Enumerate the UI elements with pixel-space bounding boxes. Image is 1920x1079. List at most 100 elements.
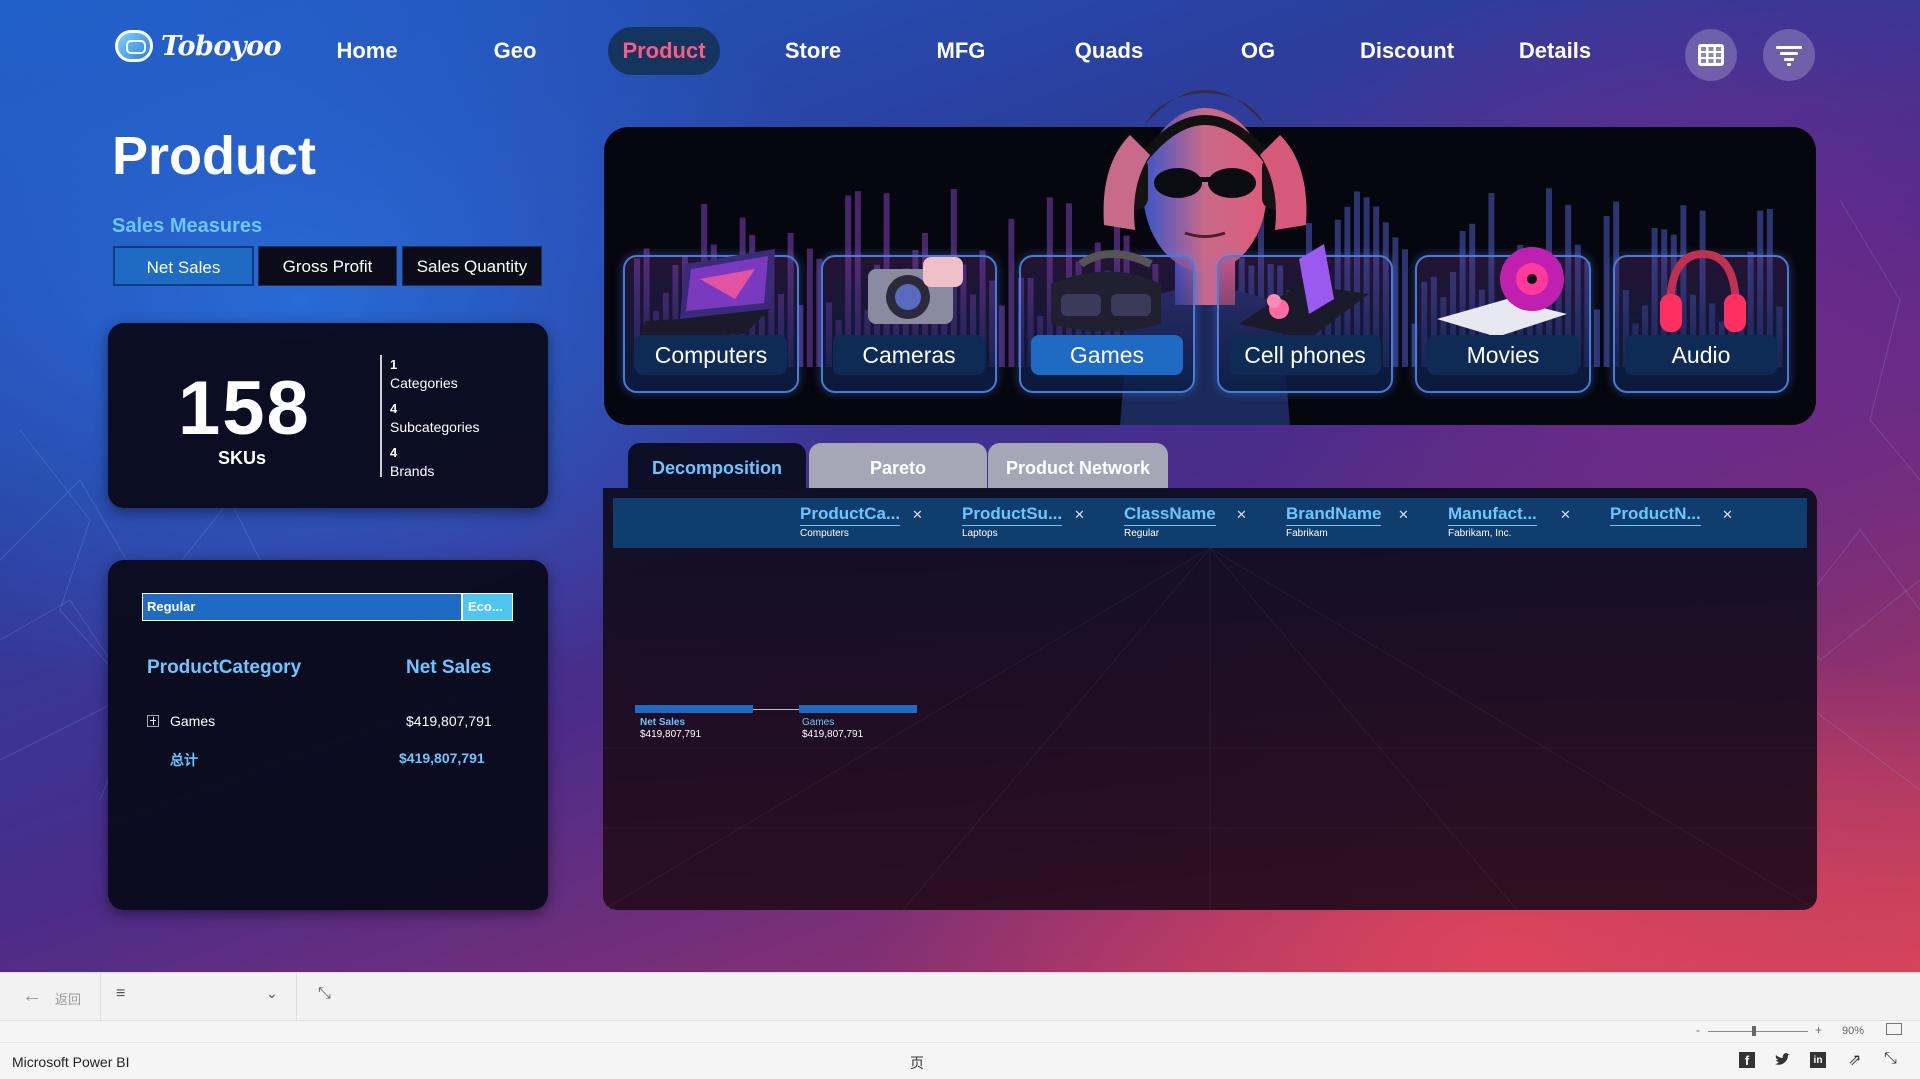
category-tile-cameras[interactable]: Cameras xyxy=(821,255,997,393)
exit-fullscreen-icon[interactable]: ⤡ xyxy=(1884,1050,1897,1068)
close-icon[interactable]: ✕ xyxy=(1722,507,1733,523)
equalizer-bar xyxy=(1603,215,1610,367)
category-tile-computers[interactable]: Computers xyxy=(623,249,799,393)
category-tile-audio[interactable]: Audio xyxy=(1613,249,1789,393)
linkedin-icon[interactable]: in xyxy=(1810,1052,1826,1068)
report-canvas: Toboyoo Home Geo Product Store MFG Quads… xyxy=(0,0,1920,972)
zoom-slider[interactable] xyxy=(1708,1031,1808,1032)
level-title: ProductCa... xyxy=(800,504,901,526)
sku-kpi-card xyxy=(108,323,548,508)
nav-store[interactable]: Store xyxy=(770,27,856,75)
column-header-net-sales[interactable]: Net Sales xyxy=(406,657,492,679)
equalizer-bar xyxy=(1008,218,1015,367)
node-bar-net-sales[interactable] xyxy=(635,705,753,713)
equalizer-bar xyxy=(806,248,813,367)
camera-icon xyxy=(868,257,963,324)
close-icon[interactable]: ✕ xyxy=(1074,507,1085,523)
zoom-slider-thumb[interactable] xyxy=(1752,1026,1756,1036)
zoom-in-button[interactable]: + xyxy=(1815,1023,1822,1037)
phone-icon xyxy=(1239,244,1369,339)
zoom-level: 90% xyxy=(1842,1025,1865,1037)
level-value: Regular xyxy=(1124,528,1160,539)
disc-player-icon xyxy=(1437,247,1567,337)
close-icon[interactable]: ✕ xyxy=(912,507,923,523)
tab-pareto[interactable]: Pareto xyxy=(809,443,987,489)
node-value-net-sales: $419,807,791 xyxy=(640,729,702,740)
powerbi-status-bar: Microsoft Power BI 页 f in ⇗ ⤡ xyxy=(0,1042,1920,1079)
nav-details[interactable]: Details xyxy=(1508,27,1602,75)
node-label-net-sales: Net Sales xyxy=(640,717,686,728)
level-product-category[interactable]: ProductCa... ✕ Computers xyxy=(800,504,930,539)
level-title: ProductN... xyxy=(1610,504,1701,526)
table-total-net-sales: $419,807,791 xyxy=(399,750,485,766)
close-icon[interactable]: ✕ xyxy=(1236,507,1247,523)
level-class-name[interactable]: ClassName ✕ Regular xyxy=(1124,504,1254,539)
back-button[interactable]: 返回 xyxy=(55,989,81,1008)
fit-page-icon[interactable] xyxy=(1886,1023,1902,1035)
decomposition-tree: ProductCa... ✕ Computers ProductSu... ✕ … xyxy=(603,488,1817,910)
page-list-icon[interactable]: ≡ xyxy=(116,985,125,1003)
level-product-subcategory[interactable]: ProductSu... ✕ Laptops xyxy=(962,504,1092,539)
level-value: Fabrikam, Inc. xyxy=(1448,528,1512,539)
category-label-audio: Audio xyxy=(1625,335,1777,375)
brand-logo[interactable]: Toboyoo xyxy=(115,30,282,62)
category-label-cameras: Cameras xyxy=(833,335,985,375)
level-title: Manufact... xyxy=(1448,504,1537,526)
close-icon[interactable]: ✕ xyxy=(1560,507,1571,523)
report-footer-toolbar: ← 返回 ≡ ⌄ ⤡ xyxy=(0,972,1920,1021)
filter-button[interactable] xyxy=(1763,29,1815,81)
decomposition-levels-bar: ProductCa... ✕ Computers ProductSu... ✕ … xyxy=(613,498,1807,548)
category-tile-games[interactable]: Games xyxy=(1019,250,1195,393)
collapse-icon[interactable]: ⤡ xyxy=(318,985,331,1003)
level-value: Computers xyxy=(800,528,849,539)
table-row-category: Games xyxy=(170,713,216,729)
level-title: ClassName xyxy=(1124,504,1216,526)
sku-unit: SKUs xyxy=(218,448,267,468)
nav-mfg[interactable]: MFG xyxy=(918,27,1004,75)
category-tile-cell-phones[interactable]: Cell phones xyxy=(1217,244,1393,393)
category-label-movies: Movies xyxy=(1427,335,1579,375)
grid-button[interactable] xyxy=(1685,29,1737,81)
level-product-name[interactable]: ProductN... ✕ xyxy=(1610,504,1740,528)
tab-decomposition[interactable]: Decomposition xyxy=(628,443,806,489)
sku-count: 158 xyxy=(178,366,311,451)
brands-count: 4 xyxy=(390,445,398,460)
nav-product[interactable]: Product xyxy=(608,27,720,75)
tab-product-network[interactable]: Product Network xyxy=(988,443,1168,489)
equalizer-bar xyxy=(1402,249,1408,367)
chevron-down-icon[interactable]: ⌄ xyxy=(266,985,278,1002)
back-arrow-icon[interactable]: ← xyxy=(22,985,42,1008)
level-brand-name[interactable]: BrandName ✕ Fabrikam xyxy=(1286,504,1416,539)
nav-discount[interactable]: Discount xyxy=(1350,27,1464,75)
column-header-category[interactable]: ProductCategory xyxy=(147,657,301,679)
table-row-net-sales: $419,807,791 xyxy=(406,713,492,729)
page-title: Product xyxy=(112,126,317,186)
twitter-icon[interactable] xyxy=(1774,1053,1790,1067)
level-manufacturer[interactable]: Manufact... ✕ Fabrikam, Inc. xyxy=(1448,504,1578,539)
category-label-games: Games xyxy=(1031,335,1183,375)
nav-home[interactable]: Home xyxy=(322,27,412,75)
measure-net-sales-button[interactable]: Net Sales xyxy=(113,246,254,286)
level-title: BrandName xyxy=(1286,504,1382,526)
app-name: Microsoft Power BI xyxy=(12,1054,130,1070)
category-tile-movies[interactable]: Movies xyxy=(1415,247,1591,393)
headphones-icon xyxy=(1660,249,1746,332)
facebook-icon[interactable]: f xyxy=(1739,1052,1755,1068)
share-icon[interactable]: ⇗ xyxy=(1848,1050,1861,1070)
close-icon[interactable]: ✕ xyxy=(1398,507,1409,523)
level-value: Laptops xyxy=(962,528,998,539)
equalizer-bar xyxy=(998,305,1005,367)
zoom-out-button[interactable]: - xyxy=(1696,1023,1700,1037)
expand-row-icon[interactable] xyxy=(147,715,159,727)
vr-headset-icon xyxy=(1051,250,1161,332)
nav-geo[interactable]: Geo xyxy=(475,27,555,75)
measure-gross-profit-button[interactable]: Gross Profit xyxy=(258,246,397,286)
class-slicer-eco[interactable]: Eco... xyxy=(462,593,513,621)
node-bar-games[interactable] xyxy=(799,705,917,713)
page-indicator[interactable]: 页 xyxy=(910,1053,924,1073)
perspective-grid xyxy=(603,548,1817,910)
measure-sales-quantity-button[interactable]: Sales Quantity xyxy=(402,246,542,286)
class-slicer-regular[interactable]: Regular xyxy=(142,593,462,621)
equalizer-bar xyxy=(1594,309,1600,367)
zoom-bar: - + 90% xyxy=(0,1020,1920,1042)
